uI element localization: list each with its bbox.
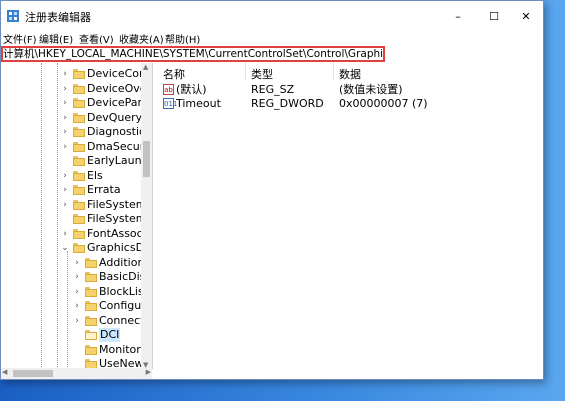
key-tree: › DeviceContai › DeviceOverri › DevicePanels ›… — [1, 63, 153, 369]
close-icon: ✕ — [521, 9, 531, 23]
value-name: Timeout — [176, 97, 221, 110]
value-type: REG_SZ — [251, 83, 295, 96]
tree-item-label: Els — [87, 168, 103, 182]
tree-vertical-thumb[interactable] — [143, 141, 150, 177]
collapse-chevron-icon[interactable]: ⌄ — [61, 241, 69, 255]
tree-guide-line — [67, 251, 68, 369]
values-list: 名称 类型 数据 ab (默认) REG_SZ (数值未设置) 011 Time… — [157, 63, 543, 379]
folder-icon — [85, 330, 97, 340]
tree-item-label: FontAssoc — [87, 226, 143, 240]
folder-icon — [73, 214, 85, 224]
folder-icon — [73, 141, 85, 152]
expand-chevron-icon[interactable]: › — [61, 227, 69, 241]
close-button[interactable]: ✕ — [509, 1, 543, 31]
registry-editor-window: 注册表编辑器 – ☐ ✕ 文件(F) 编辑(E) 查看(V) 收藏夹(A) 帮助… — [0, 0, 544, 380]
expand-chevron-icon[interactable]: › — [73, 256, 81, 270]
value-row-timeout[interactable]: 011 Timeout REG_DWORD 0x00000007 (7) — [157, 97, 543, 111]
expand-chevron-icon[interactable]: › — [61, 169, 69, 183]
folder-icon — [73, 69, 85, 79]
folder-icon — [73, 83, 85, 94]
tree-item-label: FileSystem — [87, 197, 147, 211]
expand-chevron-icon[interactable]: › — [61, 125, 69, 139]
menu-file[interactable]: 文件(F) — [3, 31, 37, 46]
folder-icon — [73, 127, 85, 137]
folder-icon — [85, 272, 97, 282]
menu-bar: 文件(F) 编辑(E) 查看(V) 收藏夹(A) 帮助(H) — [1, 31, 543, 46]
expand-chevron-icon[interactable]: › — [73, 299, 81, 313]
folder-icon — [85, 257, 97, 268]
expand-chevron-icon[interactable]: › — [61, 111, 69, 125]
menu-favorites[interactable]: 收藏夹(A) — [119, 31, 164, 46]
scroll-up-icon[interactable]: ▲ — [143, 63, 148, 71]
address-bar[interactable]: 计算机\HKEY_LOCAL_MACHINE\SYSTEM\CurrentCon… — [1, 46, 385, 62]
expand-chevron-icon[interactable]: › — [61, 82, 69, 96]
folder-icon — [73, 243, 85, 253]
folder-icon — [73, 228, 85, 239]
list-header: 名称 类型 数据 — [157, 63, 543, 82]
tree-item-label: DCI — [99, 328, 121, 342]
value-data: 0x00000007 (7) — [339, 97, 428, 110]
menu-view[interactable]: 查看(V) — [79, 31, 114, 46]
window-title: 注册表编辑器 — [25, 11, 91, 24]
expand-chevron-icon[interactable] — [73, 343, 81, 357]
folder-icon — [73, 156, 85, 166]
expand-chevron-icon[interactable]: › — [61, 67, 69, 81]
menu-help[interactable]: 帮助(H) — [165, 31, 200, 46]
expand-chevron-icon[interactable]: › — [73, 314, 81, 328]
scroll-left-icon[interactable]: ◀ — [2, 368, 7, 376]
tree-vertical-scrollbar[interactable]: ▲ ▼ — [141, 63, 152, 369]
expand-chevron-icon[interactable]: › — [61, 140, 69, 154]
expand-chevron-icon[interactable]: › — [73, 285, 81, 299]
value-name: (默认) — [176, 83, 207, 96]
binary-value-icon: 011 — [163, 98, 178, 109]
tree-guide-line — [41, 63, 42, 369]
column-data[interactable]: 数据 — [339, 66, 361, 82]
folder-icon — [73, 98, 85, 108]
minimize-icon: – — [455, 9, 461, 23]
folder-icon — [73, 185, 85, 195]
column-divider[interactable] — [333, 63, 334, 79]
tree-item-label: DevQuery — [87, 110, 143, 124]
minimize-button[interactable]: – — [441, 1, 475, 31]
folder-icon — [73, 170, 85, 181]
folder-icon — [85, 301, 97, 311]
title-bar[interactable]: 注册表编辑器 – ☐ ✕ — [1, 1, 543, 31]
column-name[interactable]: 名称 — [163, 66, 185, 82]
expand-chevron-icon[interactable]: › — [61, 183, 69, 197]
tree-item-label: Errata — [87, 183, 121, 196]
tree-guide-line — [57, 63, 58, 369]
string-value-icon: ab — [163, 84, 174, 95]
value-row-default[interactable]: ab (默认) REG_SZ (数值未设置) — [157, 83, 543, 97]
value-type: REG_DWORD — [251, 97, 324, 110]
column-divider[interactable] — [245, 63, 246, 79]
value-data: (数值未设置) — [339, 83, 403, 96]
maximize-icon: ☐ — [489, 9, 499, 23]
folder-icon — [73, 199, 85, 210]
tree-horizontal-scrollbar[interactable]: ◀ ▶ — [1, 368, 152, 379]
folder-icon — [85, 286, 97, 297]
menu-edit[interactable]: 编辑(E) — [39, 31, 73, 46]
tree-horizontal-thumb[interactable] — [13, 370, 53, 377]
expand-chevron-icon[interactable] — [61, 212, 69, 226]
scroll-right-icon[interactable]: ▶ — [146, 368, 151, 376]
regedit-icon — [7, 10, 19, 22]
expand-chevron-icon[interactable]: › — [73, 270, 81, 284]
column-type[interactable]: 类型 — [251, 66, 273, 82]
expand-chevron-icon[interactable] — [61, 154, 69, 168]
expand-chevron-icon[interactable]: › — [61, 198, 69, 212]
expand-chevron-icon[interactable] — [73, 328, 81, 342]
maximize-button[interactable]: ☐ — [477, 1, 511, 31]
folder-icon — [85, 344, 97, 355]
expand-chevron-icon[interactable]: › — [61, 96, 69, 110]
folder-icon — [73, 112, 85, 123]
folder-icon — [85, 315, 97, 326]
